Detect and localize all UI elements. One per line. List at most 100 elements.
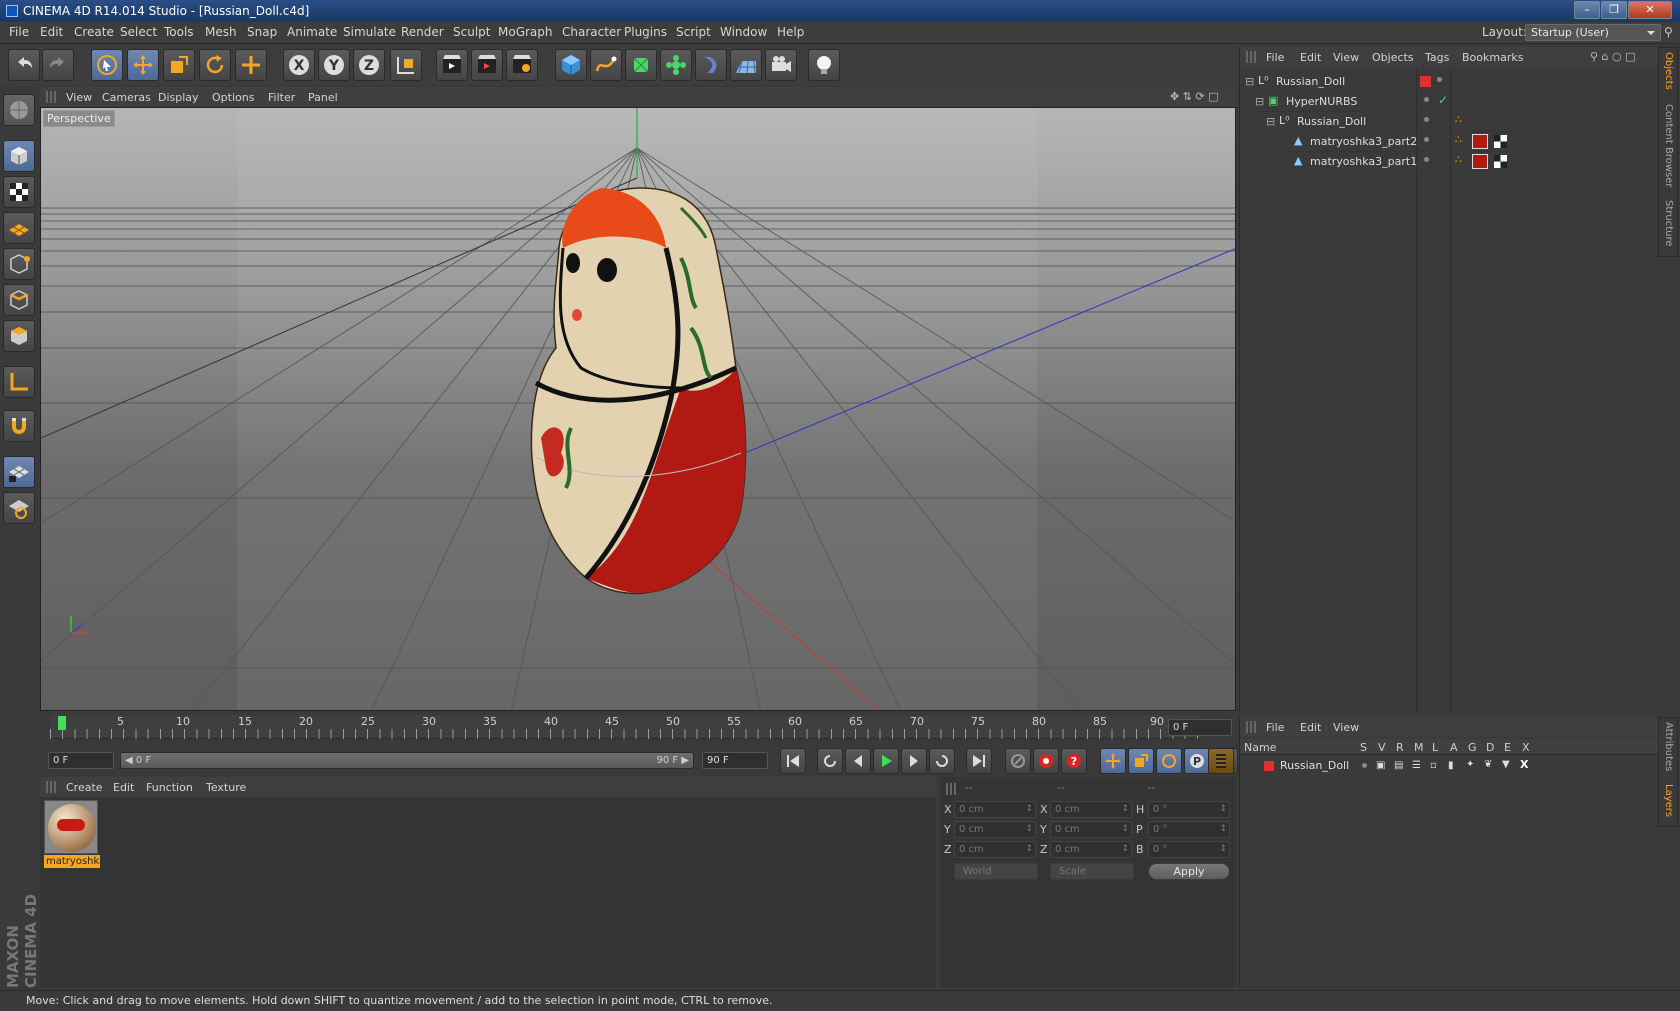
- objects-menu-objects[interactable]: Objects: [1372, 51, 1414, 64]
- collapse-icon[interactable]: ⊟: [1255, 95, 1264, 108]
- menu-file[interactable]: File: [9, 25, 29, 39]
- maximize-button[interactable]: ❐: [1601, 1, 1627, 19]
- floor-button[interactable]: [730, 49, 762, 81]
- layer-solo-dot[interactable]: [1362, 763, 1367, 768]
- position-y-field[interactable]: 0 cm: [954, 821, 1036, 838]
- previous-frame-button[interactable]: [845, 748, 871, 774]
- make-editable-button[interactable]: [3, 94, 35, 126]
- timeline[interactable]: 0 5 10 15 20 25 30 35 40 45 50 55 60 65 …: [40, 713, 1236, 743]
- current-frame-field[interactable]: 0 F: [1168, 719, 1232, 736]
- edges-mode-button[interactable]: [3, 284, 35, 316]
- size-z-field[interactable]: 0 cm: [1050, 841, 1132, 858]
- coordinate-system-button[interactable]: [390, 49, 422, 81]
- deformer-button[interactable]: [695, 49, 727, 81]
- menu-edit[interactable]: Edit: [40, 25, 63, 39]
- render-picture-viewer-button[interactable]: [471, 49, 503, 81]
- close-button[interactable]: ✕: [1628, 1, 1672, 19]
- menu-sculpt[interactable]: Sculpt: [453, 25, 490, 39]
- rotate-tool[interactable]: [199, 49, 231, 81]
- tab-attributes[interactable]: Attributes: [1663, 722, 1674, 771]
- workplane-mode-button[interactable]: [3, 212, 35, 244]
- go-to-end-button[interactable]: [966, 748, 992, 774]
- workplane-rotate-button[interactable]: [3, 492, 35, 524]
- key-rotation-button[interactable]: [1156, 748, 1182, 774]
- array-button[interactable]: [660, 49, 692, 81]
- light-button[interactable]: [808, 49, 840, 81]
- collapse-icon[interactable]: ⊟: [1266, 115, 1275, 128]
- object-row[interactable]: ▲ matryoshka3_part2 ∴: [1240, 132, 1658, 152]
- camera-button[interactable]: [765, 49, 797, 81]
- objects-menu-file[interactable]: File: [1266, 51, 1284, 64]
- cube-object-button[interactable]: [555, 49, 587, 81]
- record-keys-button[interactable]: [1005, 748, 1031, 774]
- position-x-field[interactable]: 0 cm: [954, 801, 1036, 818]
- menu-snap[interactable]: Snap: [247, 25, 277, 39]
- menu-tools[interactable]: Tools: [164, 25, 194, 39]
- enabled-check-icon[interactable]: ✓: [1438, 93, 1448, 107]
- viewport-menu-display[interactable]: Display: [158, 91, 199, 104]
- tab-objects[interactable]: Objects: [1663, 52, 1674, 90]
- menu-character[interactable]: Character: [562, 25, 621, 39]
- nurbs-button[interactable]: [625, 49, 657, 81]
- visibility-dot[interactable]: [1437, 77, 1442, 82]
- visibility-dot[interactable]: [1424, 157, 1429, 162]
- key-scale-button[interactable]: [1128, 748, 1154, 774]
- menu-animate[interactable]: Animate: [287, 25, 337, 39]
- material-name[interactable]: matryoshka: [44, 855, 100, 868]
- viewport-menu-panel[interactable]: Panel: [308, 91, 338, 104]
- add-object-tool[interactable]: [235, 49, 267, 81]
- menu-script[interactable]: Script: [676, 25, 711, 39]
- panel-grip[interactable]: [1246, 721, 1256, 733]
- workplane-lock-button[interactable]: [3, 456, 35, 488]
- materials-menu-function[interactable]: Function: [146, 781, 193, 794]
- key-position-button[interactable]: [1100, 748, 1126, 774]
- materials-menu-texture[interactable]: Texture: [206, 781, 246, 794]
- layer-col-animation[interactable]: A: [1450, 741, 1458, 754]
- menu-plugins[interactable]: Plugins: [624, 25, 667, 39]
- move-tool[interactable]: [127, 49, 159, 81]
- timeline-playhead[interactable]: [58, 716, 66, 730]
- object-row[interactable]: ⊟ L⁰ Russian_Doll ∴: [1240, 112, 1658, 132]
- layer-color-swatch[interactable]: [1420, 76, 1431, 87]
- layer-col-view[interactable]: V: [1378, 741, 1386, 754]
- tag-icon[interactable]: ∴: [1455, 133, 1462, 146]
- x-axis-lock[interactable]: X: [283, 49, 315, 81]
- points-mode-button[interactable]: [3, 248, 35, 280]
- tab-structure[interactable]: Structure: [1663, 200, 1674, 247]
- rotation-h-field[interactable]: 0 °: [1148, 801, 1230, 818]
- viewport-menu-view[interactable]: View: [66, 91, 92, 104]
- layer-col-generators[interactable]: G: [1468, 741, 1477, 754]
- size-y-field[interactable]: 0 cm: [1050, 821, 1132, 838]
- viewport-menu-filter[interactable]: Filter: [268, 91, 295, 104]
- layer-col-render[interactable]: R: [1396, 741, 1404, 754]
- 3d-viewport[interactable]: Perspective: [40, 107, 1236, 711]
- layer-col-xref[interactable]: X: [1522, 741, 1530, 754]
- collapse-icon[interactable]: ⊟: [1245, 75, 1254, 88]
- max-time-field[interactable]: 90 F: [702, 752, 768, 769]
- tab-layers[interactable]: Layers: [1663, 784, 1674, 817]
- objects-toolbar-icons[interactable]: ⚲ ⌂ ○ □: [1590, 50, 1636, 63]
- min-time-field[interactable]: 0 F: [48, 752, 114, 769]
- materials-menu-create[interactable]: Create: [66, 781, 103, 794]
- size-x-field[interactable]: 0 cm: [1050, 801, 1132, 818]
- timeline-window-button[interactable]: [1208, 748, 1234, 774]
- object-row[interactable]: ⊟ ▣ HyperNURBS ✓: [1240, 92, 1658, 112]
- live-selection-tool[interactable]: [91, 49, 123, 81]
- uvw-tag-icon[interactable]: [1494, 135, 1507, 148]
- layer-render-icon[interactable]: ▤: [1394, 760, 1403, 771]
- object-name[interactable]: matryoshka3_part1: [1310, 155, 1417, 168]
- layer-lock-icon[interactable]: ▫: [1430, 760, 1437, 771]
- material-tag-icon[interactable]: [1472, 154, 1488, 169]
- object-name[interactable]: Russian_Doll: [1276, 75, 1345, 88]
- object-row[interactable]: ⊟ L⁰ Russian_Doll: [1240, 72, 1658, 92]
- object-name[interactable]: Russian_Doll: [1297, 115, 1366, 128]
- snap-magnet-button[interactable]: [3, 410, 35, 442]
- panel-grip[interactable]: [46, 781, 56, 793]
- viewport-nav-icons[interactable]: ✥ ⇅ ⟳ □: [1170, 90, 1219, 103]
- model-mode-button[interactable]: [3, 140, 35, 172]
- layer-xref-icon[interactable]: X: [1520, 758, 1528, 771]
- polygons-mode-button[interactable]: [3, 320, 35, 352]
- material-item[interactable]: matryoshka: [42, 798, 100, 870]
- spline-button[interactable]: [590, 49, 622, 81]
- preview-range-slider[interactable]: ◀ 0 F 90 F ▶: [120, 752, 694, 769]
